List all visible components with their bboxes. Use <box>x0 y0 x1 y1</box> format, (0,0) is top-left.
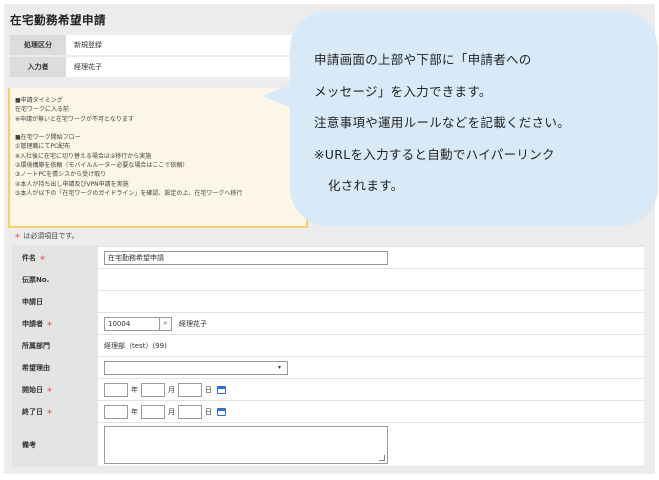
end-day-input[interactable] <box>178 404 202 419</box>
notice-line: ※申請が無いと在宅ワークが不可となります <box>15 115 134 123</box>
month-unit: 月 <box>168 385 175 394</box>
callout-text: 申請画面の上部や下部に「申請者への メッセージ」を入力できます。 注意事項や運用… <box>314 44 570 202</box>
applicant-name: 経理花子 <box>179 319 207 328</box>
slip-number-label: 伝票No. <box>12 269 98 290</box>
required-mark: ＊ <box>46 385 53 394</box>
remarks-textarea[interactable] <box>104 425 388 464</box>
month-unit: 月 <box>168 407 175 416</box>
callout-pointer <box>262 84 292 108</box>
applicant-label: 申請者＊ <box>12 313 98 334</box>
entry-user-row: 入力者 経理花子 <box>10 57 300 77</box>
page-title: 在宅勤務希望申請 <box>10 13 106 27</box>
application-date-value <box>98 291 644 312</box>
end-date-row: 終了日＊ 年 月 日 <box>12 401 644 423</box>
callout-line: 申請画面の上部や下部に「申請者への <box>314 52 532 67</box>
chevron-down-icon: ▾ <box>277 364 281 371</box>
required-note-text: は必須項目です。 <box>23 232 79 240</box>
year-unit: 年 <box>131 385 138 394</box>
callout-line: 化されます。 <box>328 178 404 193</box>
applicant-row: 申請者＊ 10004 ⌕ 経理花子 <box>12 313 644 335</box>
resize-handle[interactable] <box>379 454 385 461</box>
notice-line: ①管理職にてPC配布 <box>15 143 71 151</box>
start-date-label: 開始日＊ <box>12 379 98 400</box>
department-row: 所属部門 経理部（test）(99) <box>12 335 644 357</box>
notice-line: ⑤本人が以下の「在宅ワークのガイドライン」を確認、設定の上、在宅ワークへ移行 <box>15 189 243 197</box>
required-mark: ＊ <box>14 232 21 240</box>
end-date-label: 終了日＊ <box>12 401 98 422</box>
slip-number-row: 伝票No. <box>12 269 644 291</box>
calendar-icon[interactable] <box>217 407 226 416</box>
required-mark: ＊ <box>39 253 46 262</box>
calendar-icon[interactable] <box>217 385 226 394</box>
department-value: 経理部（test）(99) <box>104 341 167 350</box>
notice-line: ④本人が持ち出し申請及びVPN申請を実施 <box>15 180 129 188</box>
required-note: ＊ は必須項目です。 <box>14 231 79 241</box>
search-icon[interactable]: ⌕ <box>160 316 172 331</box>
notice-line: ■在宅ワーク開始フロー <box>15 134 81 142</box>
remarks-row: 備考 <box>12 423 644 467</box>
applicant-message-box: ■申請タイミング 在宅ワークに入る前 ※申請が無いと在宅ワークが不可となります … <box>8 88 308 228</box>
day-unit: 日 <box>205 407 212 416</box>
process-type-row: 処理区分 新規登録 <box>10 35 300 55</box>
subject-row: 件名＊ 在宅勤務希望申請 <box>12 247 644 269</box>
applicant-code-input[interactable]: 10004 <box>104 316 160 331</box>
required-mark: ＊ <box>46 407 53 416</box>
reason-label: 希望理由 <box>12 357 98 378</box>
start-month-input[interactable] <box>141 382 165 397</box>
process-type-label: 処理区分 <box>10 35 66 55</box>
entry-user-label: 入力者 <box>10 57 66 77</box>
start-year-input[interactable] <box>104 382 128 397</box>
required-mark: ＊ <box>46 319 53 328</box>
callout-line: ※URLを入力すると自動でハイパーリンク <box>314 146 555 162</box>
application-date-label: 申請日 <box>12 291 98 312</box>
notice-line: ②環境構築を依頼（モバイルルーター必要な場合はここで依頼） <box>15 162 189 170</box>
reason-row: 希望理由 ▾ <box>12 357 644 379</box>
slip-number-value <box>98 269 644 290</box>
day-unit: 日 <box>205 385 212 394</box>
subject-label: 件名＊ <box>12 247 98 268</box>
start-day-input[interactable] <box>178 382 202 397</box>
end-month-input[interactable] <box>141 404 165 419</box>
callout-line: メッセージ」を入力できます。 <box>314 83 492 99</box>
application-form: 件名＊ 在宅勤務希望申請 伝票No. 申請日 申請者＊ 10004 ⌕ 経理花子… <box>12 246 644 467</box>
callout-line: 注意事項や運用ルールなどを記載ください。 <box>314 115 571 130</box>
notice-line: ③ノートPCを情シスから受け取り <box>15 171 107 179</box>
notice-line <box>15 124 306 133</box>
subject-input[interactable]: 在宅勤務希望申請 <box>104 250 388 265</box>
end-year-input[interactable] <box>104 404 128 419</box>
year-unit: 年 <box>131 407 138 416</box>
reason-select[interactable]: ▾ <box>104 360 288 375</box>
application-date-row: 申請日 <box>12 291 644 313</box>
process-type-value: 新規登録 <box>74 41 102 49</box>
department-label: 所属部門 <box>12 335 98 356</box>
entry-user-value: 経理花子 <box>74 63 102 71</box>
notice-line: ※入社後に在宅に切り替える場合は②移行から実施 <box>15 152 152 160</box>
remarks-label: 備考 <box>12 423 98 466</box>
start-date-row: 開始日＊ 年 月 日 <box>12 379 644 401</box>
